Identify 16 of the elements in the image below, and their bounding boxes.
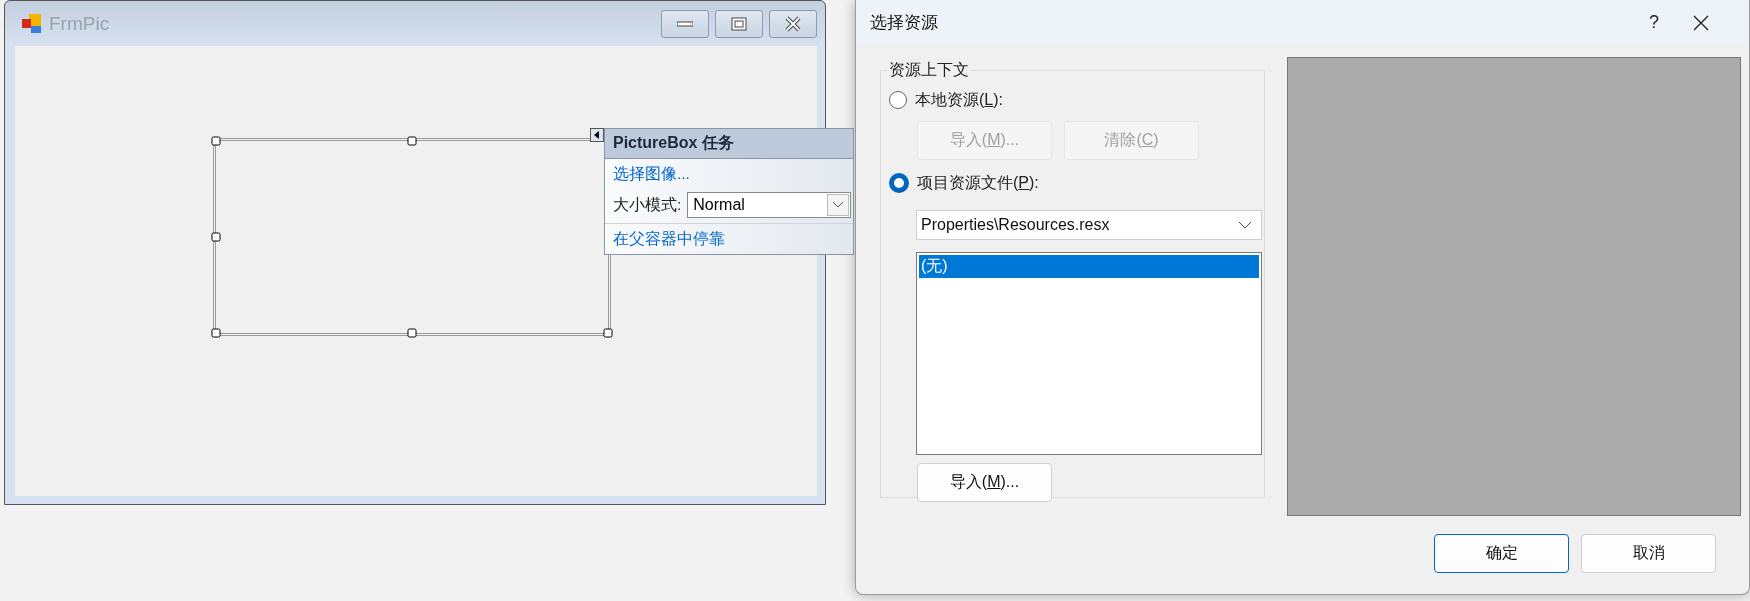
resource-file-dropdown[interactable]: Properties\Resources.resx <box>916 210 1262 240</box>
help-button[interactable]: ? <box>1631 12 1677 33</box>
cancel-button[interactable]: 取消 <box>1581 534 1716 573</box>
radio-label: 本地资源(L): <box>915 89 1003 110</box>
group-title: 资源上下文 <box>888 60 970 80</box>
window-title: FrmPic <box>49 12 111 35</box>
size-mode-dropdown[interactable]: Normal <box>687 192 851 218</box>
radio-label: 项目资源文件(P): <box>917 172 1039 193</box>
dock-link[interactable]: 在父容器中停靠 <box>605 224 853 254</box>
panel-title: PictureBox 任务 <box>605 129 853 159</box>
ok-button[interactable]: 确定 <box>1434 534 1569 573</box>
import-button[interactable]: 导入(M)... <box>917 463 1052 502</box>
dialog-title: 选择资源 <box>870 12 939 34</box>
choose-image-link[interactable]: 选择图像... <box>605 159 853 189</box>
size-mode-label: 大小模式: <box>613 194 682 215</box>
list-item[interactable]: (无) <box>919 255 1259 278</box>
